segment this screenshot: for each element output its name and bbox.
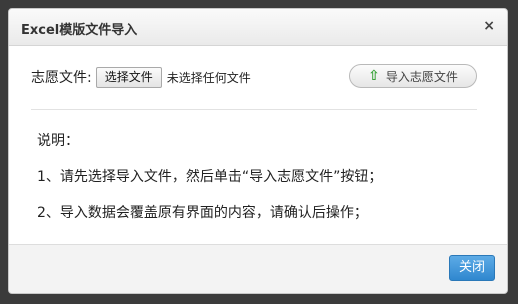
- description-line-2: 2、导入数据会覆盖原有界面的内容，请确认后操作；: [37, 205, 368, 221]
- description-line-1: 1、请先选择导入文件，然后单击“导入志愿文件”按钮；: [37, 169, 383, 185]
- file-row: 志愿文件: 选择文件 未选择任何文件: [31, 64, 251, 90]
- import-dialog: Excel模版文件导入 × 志愿文件: 选择文件 未选择任何文件 ⇧ 导入志愿文…: [8, 8, 508, 294]
- no-file-text: 未选择任何文件: [166, 70, 251, 85]
- dialog-titlebar: Excel模版文件导入 ×: [9, 9, 507, 46]
- import-file-button[interactable]: ⇧ 导入志愿文件: [349, 64, 477, 88]
- close-button[interactable]: 关闭: [449, 255, 495, 281]
- divider: [31, 109, 477, 110]
- choose-file-button[interactable]: 选择文件: [95, 66, 162, 88]
- description-heading: 说明：: [37, 133, 79, 149]
- close-icon[interactable]: ×: [483, 18, 495, 34]
- arrow-up-icon: ⇧: [368, 68, 380, 84]
- file-label: 志愿文件:: [31, 70, 92, 86]
- dialog-body: 志愿文件: 选择文件 未选择任何文件 ⇧ 导入志愿文件 说明： 1、请先选择导入…: [9, 46, 507, 246]
- dialog-title: Excel模版文件导入: [21, 23, 138, 38]
- dialog-footer: 关闭: [9, 244, 507, 293]
- import-button-label: 导入志愿文件: [385, 69, 458, 84]
